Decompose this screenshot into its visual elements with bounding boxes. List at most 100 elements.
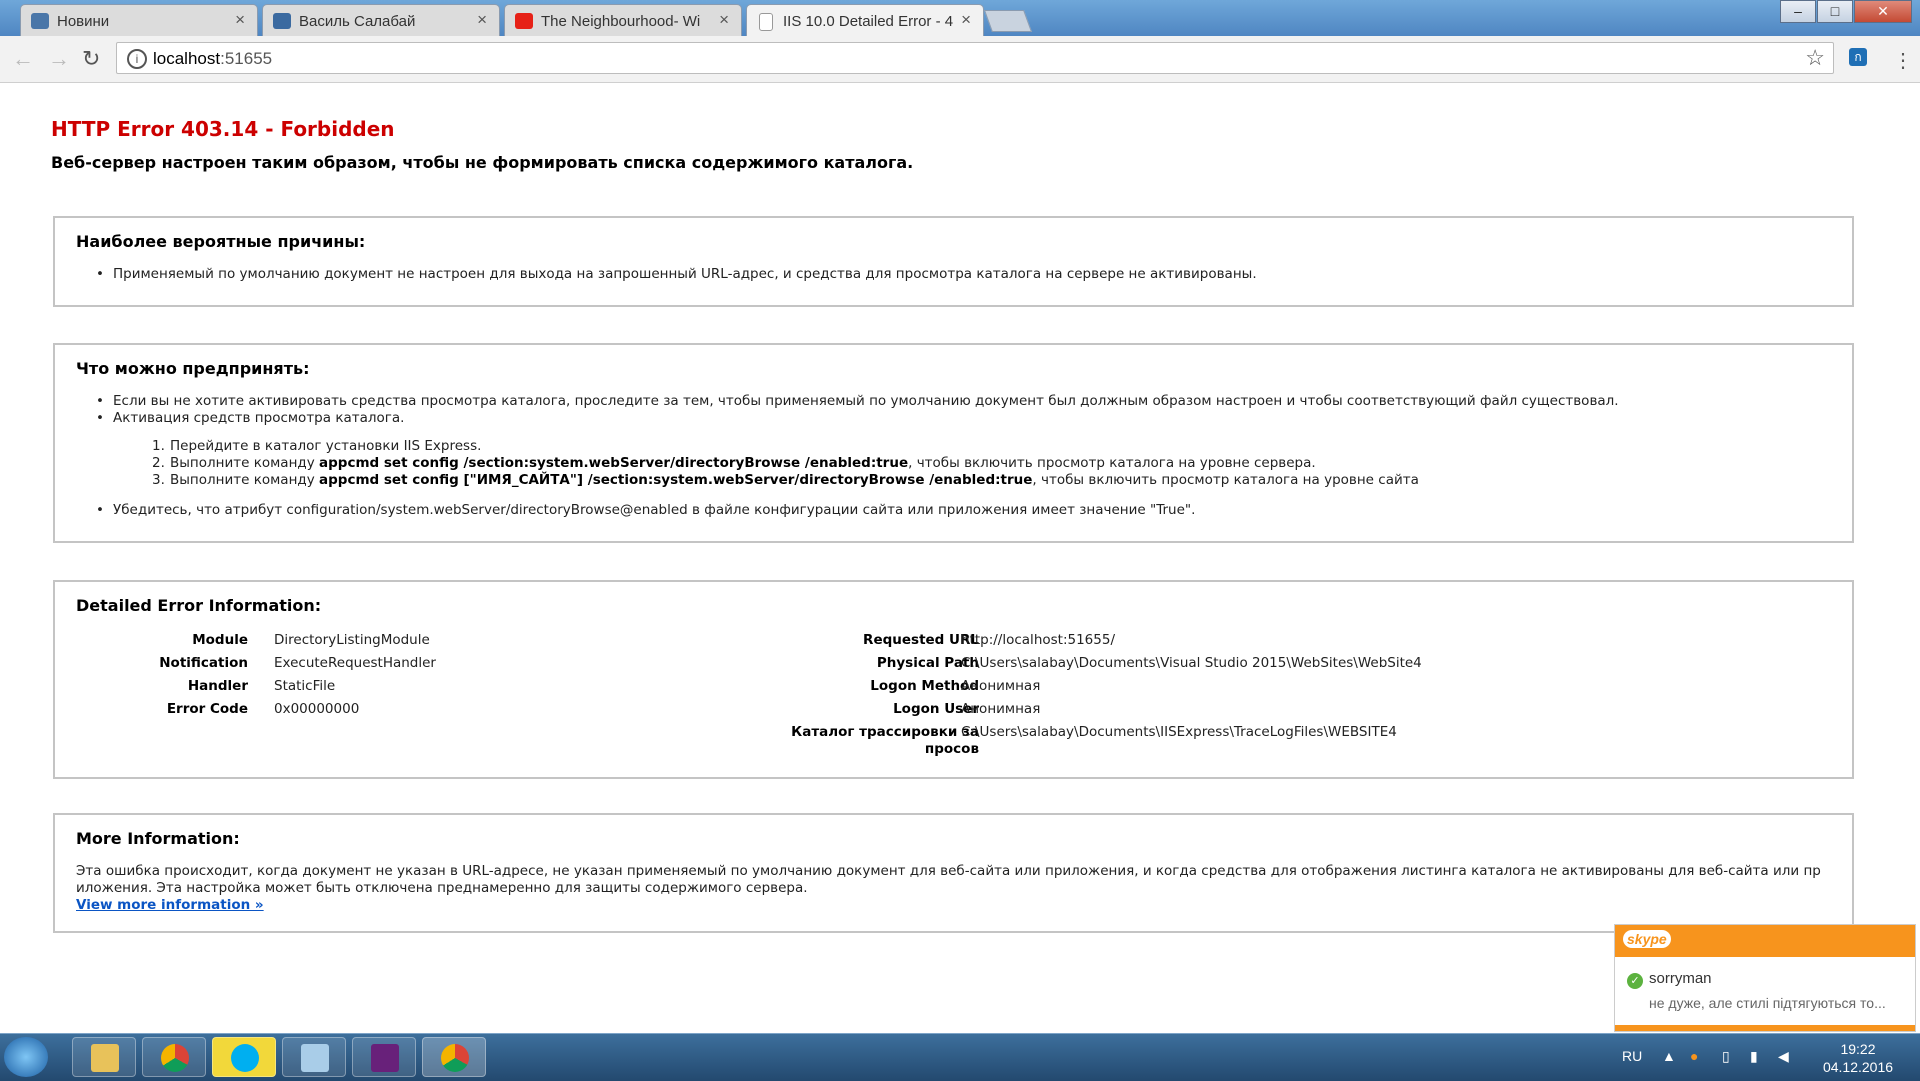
causes-heading: Наиболее вероятные причины: <box>76 232 366 251</box>
window-controls: – □ ✕ <box>1779 0 1912 24</box>
youtube-icon <box>515 13 533 29</box>
clock-time: 19:22 <box>1840 1041 1876 1057</box>
forward-arrow-icon[interactable]: → <box>48 46 70 72</box>
detail-label: Каталог трассировки за просов <box>791 724 979 757</box>
detail-label: Physical Path <box>876 655 979 671</box>
actions-heading: Что можно предпринять: <box>76 359 310 378</box>
tab-iis-error[interactable]: IIS 10.0 Detailed Error - 4 × <box>746 4 984 36</box>
battery-icon[interactable]: ▯ <box>1722 1048 1730 1065</box>
url-text: localhost:51655 <box>153 49 273 68</box>
detail-value: 0x00000000 <box>274 701 360 717</box>
taskbar-clock[interactable]: 19:22 04.12.2016 <box>1808 1040 1908 1076</box>
detail-value: Анонимная <box>961 701 1041 717</box>
tab-title: The Neighbourhood- Wi <box>541 13 701 30</box>
taskbar-app[interactable] <box>282 1037 346 1077</box>
step-item: 2. Выполните команду appcmd set config /s… <box>152 455 1316 471</box>
skype-logo: skype <box>1623 930 1671 948</box>
close-tab-icon[interactable]: × <box>719 10 729 30</box>
close-tab-icon[interactable]: × <box>235 10 245 30</box>
tab-title: IIS 10.0 Detailed Error - 4 <box>783 13 953 30</box>
minimize-button[interactable]: – <box>1780 0 1816 23</box>
taskbar-visual-studio[interactable] <box>352 1037 416 1077</box>
detail-label: Notification <box>159 655 248 671</box>
visual-studio-icon <box>371 1044 399 1072</box>
taskbar-explorer[interactable] <box>72 1037 136 1077</box>
tab-youtube[interactable]: The Neighbourhood- Wi × <box>504 4 742 36</box>
detail-value: http://localhost:51655/ <box>961 632 1115 648</box>
skype-notification[interactable]: skype ✓ sorryman не дуже, але стилі підт… <box>1614 924 1916 1032</box>
network-icon[interactable]: ▮ <box>1750 1048 1758 1065</box>
browser-title-bar: Новини × Василь Салабай × The Neighbourh… <box>0 0 1920 36</box>
taskbar-skype[interactable] <box>212 1037 276 1077</box>
browser-toolbar: ← → ↻ i localhost:51655 ☆ ก ⋮ <box>0 36 1920 83</box>
notepad-icon <box>301 1044 329 1072</box>
detail-label: Logon Method <box>870 678 979 694</box>
step-item: 1. Перейдите в каталог установки IIS Expr… <box>152 438 482 454</box>
tray-expand-icon[interactable]: ▲ <box>1662 1048 1676 1064</box>
more-info-heading: More Information: <box>76 829 240 848</box>
volume-icon[interactable]: ◀ <box>1778 1048 1789 1065</box>
skype-message: не дуже, але стилі підтягуються то... <box>1649 995 1886 1011</box>
action-item: Если вы не хотите активировать средства … <box>96 393 1619 409</box>
details-box: Detailed Error Information: Module Direc… <box>53 580 1854 779</box>
document-icon <box>759 13 773 31</box>
detail-value: StaticFile <box>274 678 336 694</box>
close-tab-icon[interactable]: × <box>961 10 971 30</box>
taskbar-chrome[interactable] <box>142 1037 206 1077</box>
detail-value: DirectoryListingModule <box>274 632 430 648</box>
start-button[interactable] <box>4 1037 48 1077</box>
chrome-icon <box>441 1044 469 1072</box>
more-info-box: More Information: Эта ошибка происходит,… <box>53 813 1854 933</box>
tab-vasyl[interactable]: Василь Салабай × <box>262 4 500 36</box>
vk-icon <box>31 13 49 29</box>
detail-label: Logon User <box>893 701 979 717</box>
close-window-button[interactable]: ✕ <box>1854 0 1912 23</box>
tab-news[interactable]: Новини × <box>20 4 258 36</box>
windows-taskbar: RU ▲ ● ▯ ▮ ◀ 19:22 04.12.2016 <box>0 1033 1920 1081</box>
skype-icon <box>231 1044 259 1072</box>
error-subtitle: Веб-сервер настроен таким образом, чтобы… <box>51 153 914 172</box>
causes-box: Наиболее вероятные причины: Применяемый … <box>53 216 1854 307</box>
detail-value: C:\Users\salabay\Documents\Visual Studio… <box>961 655 1422 671</box>
step-item: 3. Выполните команду appcmd set config ["… <box>152 472 1419 488</box>
language-indicator[interactable]: RU <box>1622 1048 1642 1064</box>
clock-date: 04.12.2016 <box>1822 1059 1894 1075</box>
folder-icon <box>91 1044 119 1072</box>
online-status-icon: ✓ <box>1627 973 1643 989</box>
action-item: Активация средств просмотра каталога. <box>96 410 404 426</box>
detail-label: Requested URL <box>863 632 979 648</box>
detail-label: Handler <box>187 678 248 694</box>
taskbar-chrome-active[interactable] <box>422 1037 486 1077</box>
detail-value: Анонимная <box>961 678 1041 694</box>
address-bar[interactable]: i localhost:51655 ☆ <box>116 42 1834 74</box>
detail-label: Error Code <box>166 701 248 717</box>
cause-item: Применяемый по умолчанию документ не нас… <box>96 266 1257 282</box>
pause-icon <box>273 13 291 29</box>
actions-box: Что можно предпринять: Если вы не хотите… <box>53 343 1854 543</box>
chrome-icon <box>161 1044 189 1072</box>
skype-contact-name: sorryman <box>1649 970 1712 987</box>
extension-icon[interactable]: ก <box>1849 48 1867 66</box>
detail-value: C:\Users\salabay\Documents\IISExpress\Tr… <box>961 724 1397 740</box>
tab-title: Василь Салабай <box>299 13 416 30</box>
back-arrow-icon[interactable]: ← <box>12 46 34 72</box>
maximize-button[interactable]: □ <box>1817 0 1853 23</box>
error-title: HTTP Error 403.14 - Forbidden <box>51 117 395 141</box>
view-more-information-link[interactable]: View more information » <box>76 897 264 913</box>
bookmark-star-icon[interactable]: ☆ <box>1805 45 1825 71</box>
close-tab-icon[interactable]: × <box>477 10 487 30</box>
menu-icon[interactable]: ⋮ <box>1893 48 1913 73</box>
skype-header: skype <box>1615 925 1915 957</box>
detail-value: ExecuteRequestHandler <box>274 655 436 671</box>
detail-label: Module <box>192 632 248 648</box>
reload-icon[interactable]: ↻ <box>82 46 100 72</box>
new-tab-button[interactable] <box>983 10 1033 32</box>
info-icon[interactable]: i <box>127 49 147 69</box>
tab-title: Новини <box>57 13 110 30</box>
more-info-text: Эта ошибка происходит, когда документ не… <box>76 863 1821 913</box>
avast-icon[interactable]: ● <box>1690 1048 1698 1064</box>
details-heading: Detailed Error Information: <box>76 596 322 615</box>
action-item: Убедитесь, что атрибут configuration/sys… <box>96 502 1195 518</box>
skype-footer <box>1615 1025 1915 1031</box>
page-content: HTTP Error 403.14 - Forbidden Веб-сервер… <box>0 83 1920 1033</box>
